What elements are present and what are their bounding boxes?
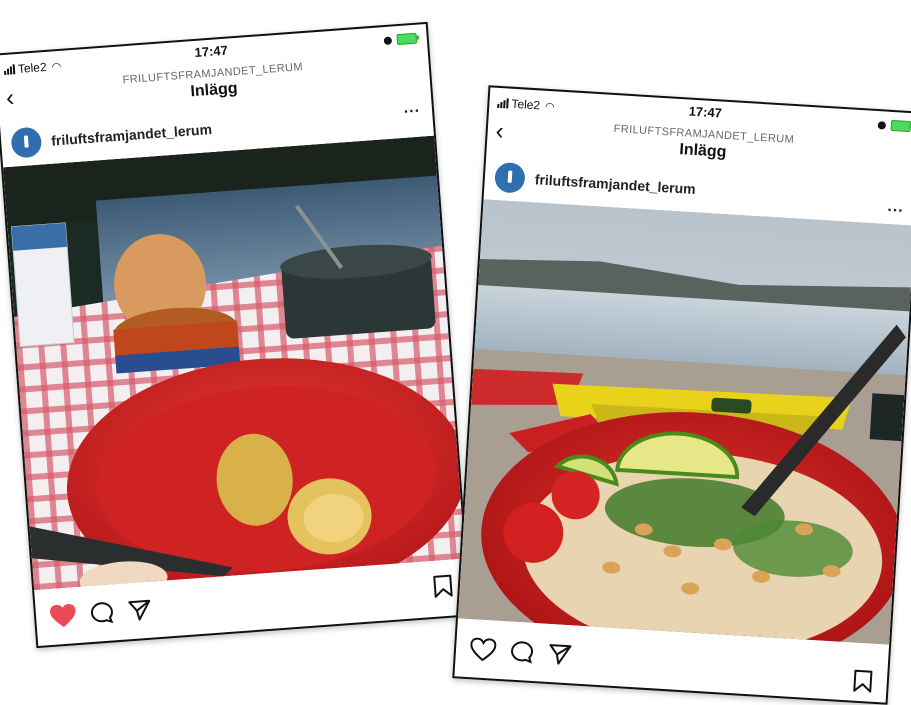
food-photo-lake-picnic xyxy=(3,135,465,591)
heart-icon[interactable] xyxy=(49,603,77,629)
bookmark-icon[interactable] xyxy=(852,669,873,694)
post-photo[interactable] xyxy=(3,135,465,591)
more-options-icon[interactable]: ... xyxy=(887,198,904,217)
battery-charging-icon xyxy=(396,32,418,46)
instagram-post-card-1: Tele2 ◠ 17:47 ‹ FRILUFTSFRAMJANDET_LERUM… xyxy=(0,21,472,649)
alarm-icon xyxy=(877,120,887,130)
instagram-post-card-2: Tele2 ◠ 17:47 ‹ FRILUFTSFRAMJANDET_LERUM… xyxy=(452,85,911,705)
share-icon[interactable] xyxy=(547,642,572,667)
heart-icon[interactable] xyxy=(469,637,497,663)
more-options-icon[interactable]: ... xyxy=(403,99,421,118)
post-photo[interactable] xyxy=(457,199,911,645)
status-right xyxy=(383,32,418,46)
comment-icon[interactable] xyxy=(509,640,534,665)
bookmark-icon[interactable] xyxy=(432,574,454,599)
avatar[interactable] xyxy=(10,126,43,159)
username[interactable]: friluftsframjandet_lerum xyxy=(51,121,213,149)
battery-charging-icon xyxy=(890,119,911,133)
comment-icon[interactable] xyxy=(89,600,115,626)
food-photo-kayak-beach xyxy=(457,199,911,645)
status-right xyxy=(877,119,911,133)
avatar[interactable] xyxy=(494,161,526,194)
alarm-icon xyxy=(383,36,393,45)
share-icon[interactable] xyxy=(127,598,153,624)
username[interactable]: friluftsframjandet_lerum xyxy=(534,171,696,197)
